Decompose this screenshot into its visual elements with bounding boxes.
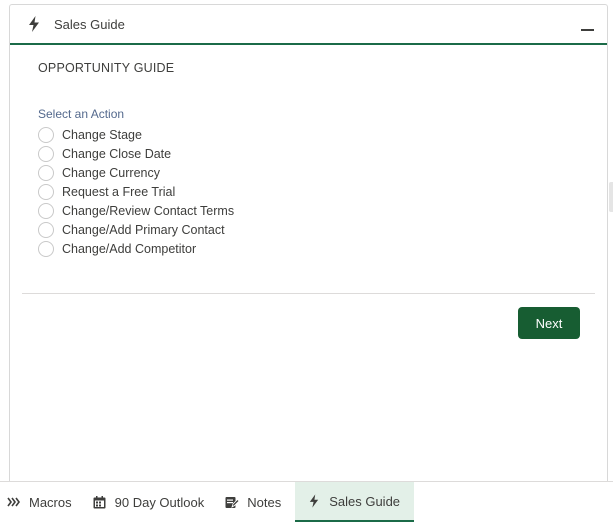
radio-button[interactable] bbox=[38, 126, 54, 143]
calendar-icon bbox=[93, 495, 107, 509]
utility-item-sales-guide[interactable]: Sales Guide bbox=[295, 482, 415, 522]
utility-bar: Macros 90 Day Outlook Notes Sales Guide bbox=[0, 481, 613, 522]
panel-title: Sales Guide bbox=[54, 16, 125, 32]
minimize-icon bbox=[580, 29, 594, 31]
option-label: Change/Review Contact Terms bbox=[62, 203, 235, 218]
option-label: Change/Add Primary Contact bbox=[62, 222, 225, 237]
option-change-currency[interactable]: Change Currency bbox=[38, 163, 234, 182]
page: Sales Guide OPPORTUNITY GUIDE Select an … bbox=[0, 0, 613, 522]
utility-item-label: Macros bbox=[29, 494, 72, 510]
utility-item-macros[interactable]: Macros bbox=[0, 482, 86, 522]
radio-button[interactable] bbox=[38, 221, 54, 238]
option-request-free-trial[interactable]: Request a Free Trial bbox=[38, 182, 234, 201]
double-chevron-right-icon bbox=[7, 495, 21, 509]
radio-button[interactable] bbox=[38, 164, 54, 181]
sales-guide-panel: Sales Guide OPPORTUNITY GUIDE Select an … bbox=[9, 4, 608, 484]
lightning-bolt-icon bbox=[29, 16, 39, 32]
utility-item-90-day-outlook[interactable]: 90 Day Outlook bbox=[86, 482, 219, 522]
panel-header: Sales Guide bbox=[10, 5, 607, 45]
guide-title: OPPORTUNITY GUIDE bbox=[38, 61, 175, 75]
option-change-close-date[interactable]: Change Close Date bbox=[38, 144, 234, 163]
divider bbox=[22, 293, 595, 294]
utility-item-label: 90 Day Outlook bbox=[114, 494, 205, 510]
utility-item-label: Sales Guide bbox=[329, 493, 401, 509]
option-change-stage[interactable]: Change Stage bbox=[38, 125, 234, 144]
minimize-button[interactable] bbox=[579, 17, 595, 33]
option-label: Change Currency bbox=[62, 165, 160, 180]
utility-item-notes[interactable]: Notes bbox=[218, 482, 295, 522]
action-label: Select an Action bbox=[38, 107, 125, 121]
radio-button[interactable] bbox=[38, 183, 54, 200]
lightning-bolt-icon bbox=[307, 494, 321, 508]
side-panel-handle[interactable] bbox=[609, 182, 613, 212]
action-options: Change Stage Change Close Date Change Cu… bbox=[38, 125, 234, 258]
option-change-review-contact-terms[interactable]: Change/Review Contact Terms bbox=[38, 201, 234, 220]
option-change-add-competitor[interactable]: Change/Add Competitor bbox=[38, 239, 234, 258]
next-button[interactable]: Next bbox=[518, 307, 580, 339]
option-label: Change Close Date bbox=[62, 146, 172, 161]
option-change-add-primary-contact[interactable]: Change/Add Primary Contact bbox=[38, 220, 234, 239]
radio-button[interactable] bbox=[38, 202, 54, 219]
option-label: Change Stage bbox=[62, 127, 142, 142]
radio-button[interactable] bbox=[38, 240, 54, 257]
option-label: Request a Free Trial bbox=[62, 184, 176, 199]
utility-item-label: Notes bbox=[247, 494, 282, 510]
note-edit-icon bbox=[225, 495, 240, 509]
option-label: Change/Add Competitor bbox=[62, 241, 197, 256]
radio-button[interactable] bbox=[38, 145, 54, 162]
